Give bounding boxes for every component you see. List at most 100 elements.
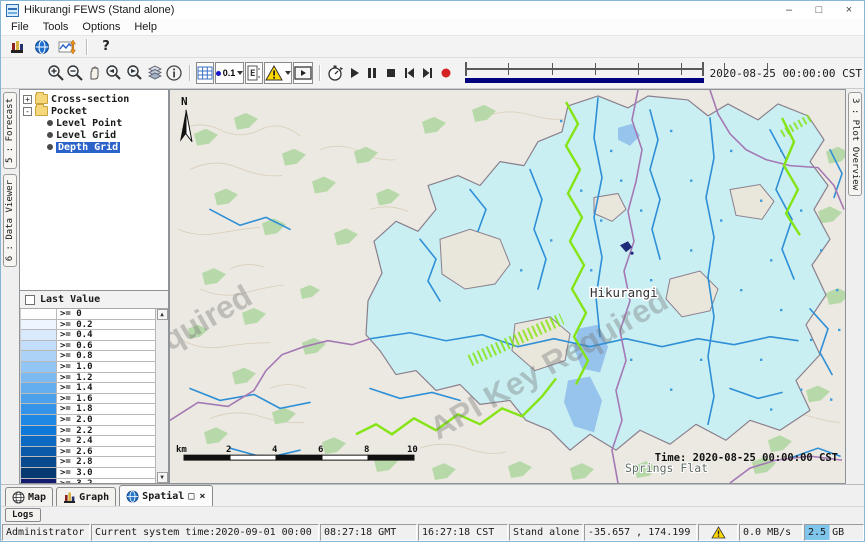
legend-header: Last Value (20, 291, 168, 309)
map-view[interactable]: API Key Required API Key Required N km 2… (169, 89, 846, 484)
tree-item-cross-section[interactable]: + Cross-section (23, 93, 168, 105)
animation-settings-button[interactable] (326, 61, 344, 85)
tree-item-label: Pocket (51, 106, 87, 117)
tab-restore-icon[interactable]: □ (187, 491, 195, 502)
svg-text:E: E (250, 69, 255, 79)
legend-title: Last Value (40, 294, 100, 305)
status-network-speed: 0.0 MB/s (739, 524, 803, 541)
legend-label: >= 0 (57, 309, 155, 319)
svg-text:10: 10 (407, 445, 418, 455)
menu-tools[interactable]: Tools (36, 20, 76, 34)
layers-button[interactable] (146, 61, 164, 85)
database-button[interactable] (6, 37, 28, 57)
go-to-end-button[interactable] (419, 61, 436, 85)
stopwatch-icon (326, 64, 344, 82)
pause-button[interactable] (364, 61, 381, 85)
tab-close-icon[interactable]: × (198, 491, 206, 502)
tab-graph[interactable]: Graph (56, 487, 116, 506)
time-slider[interactable] (464, 61, 705, 85)
zoom-next-button[interactable] (125, 61, 145, 85)
zoom-previous-button[interactable] (104, 61, 124, 85)
svg-text:km: km (176, 445, 187, 455)
legend-row: >= 0.2 (21, 320, 155, 331)
tab-forecast[interactable]: 5 : Forecast (3, 92, 17, 169)
graph-icon (63, 491, 76, 504)
bottom-tab-bar: Map Graph Spatial □ × (1, 484, 864, 506)
tree-item-label: Cross-section (51, 94, 129, 105)
menu-file[interactable]: File (4, 20, 36, 34)
toolbar-separator (319, 65, 320, 81)
legend-swatch (21, 426, 57, 436)
label-toggle-button[interactable]: E (245, 62, 263, 84)
scroll-down-icon[interactable]: ▼ (157, 472, 168, 483)
legend-row: >= 0.4 (21, 330, 155, 341)
zoom-out-button[interactable] (66, 61, 84, 85)
tab-spatial[interactable]: Spatial □ × (119, 485, 213, 506)
legend-row: >= 0 (21, 309, 155, 320)
stop-button[interactable] (382, 61, 399, 85)
map-time-label: Time: 2020-08-25 00:00:00 CST (655, 452, 838, 464)
stop-icon (384, 66, 398, 80)
play-button[interactable] (345, 61, 362, 85)
scroll-up-icon[interactable]: ▲ (157, 309, 168, 320)
menu-options[interactable]: Options (75, 20, 127, 34)
legend-row: >= 3.2 (21, 479, 155, 484)
precision-dropdown[interactable]: 0.1 (215, 62, 245, 84)
tab-data-viewer[interactable]: 6 : Data Viewer (3, 174, 17, 267)
legend-label: >= 1.0 (57, 362, 155, 372)
pan-hand-icon (85, 64, 103, 82)
map-globe-icon (12, 491, 25, 504)
legend-label: >= 3.0 (57, 468, 155, 478)
legend-label: >= 0.6 (57, 341, 155, 351)
info-icon (165, 64, 183, 82)
tree-item-pocket[interactable]: - Pocket (23, 105, 168, 117)
close-button[interactable]: × (834, 4, 864, 16)
toolbar-separator (86, 39, 87, 55)
pause-icon (365, 66, 379, 80)
spatial-display-button[interactable] (31, 37, 53, 57)
legend-label: >= 0.8 (57, 351, 155, 361)
status-warning-cell[interactable] (698, 524, 738, 541)
menu-help[interactable]: Help (127, 20, 164, 34)
warnings-dropdown[interactable] (264, 62, 292, 84)
legend-label: >= 3.2 (57, 479, 155, 484)
svg-text:6: 6 (318, 445, 323, 455)
last-value-checkbox[interactable] (25, 295, 35, 305)
legend-swatch (21, 436, 57, 446)
legend-swatch (21, 351, 57, 361)
go-to-start-button[interactable] (400, 61, 417, 85)
svg-text:4: 4 (272, 445, 277, 455)
svg-text:8: 8 (364, 445, 369, 455)
legend-swatch (21, 309, 57, 319)
legend-swatch (21, 394, 57, 404)
tree-item-label: Level Point (56, 118, 122, 129)
bullet-icon (47, 132, 53, 138)
legend-label: >= 2.0 (57, 415, 155, 425)
grid-toggle-button[interactable] (196, 62, 214, 84)
tree-item-level-grid[interactable]: Level Grid (23, 129, 168, 141)
animation-button[interactable] (293, 62, 313, 84)
expand-icon[interactable]: + (23, 95, 32, 104)
tab-plot-overview[interactable]: 3 : Plot Overview (848, 92, 862, 196)
precision-dot-icon (216, 71, 221, 76)
folder-icon (35, 94, 48, 104)
info-button[interactable] (165, 61, 183, 85)
pan-button[interactable] (85, 61, 103, 85)
zoom-in-button[interactable] (47, 61, 65, 85)
legend-row: >= 2.4 (21, 436, 155, 447)
tab-map[interactable]: Map (5, 487, 53, 506)
legend-scrollbar[interactable]: ▲ ▼ (155, 309, 168, 483)
timeseries-button[interactable] (56, 37, 78, 57)
collapse-icon[interactable]: - (23, 107, 32, 116)
tree-item-level-point[interactable]: Level Point (23, 117, 168, 129)
record-button[interactable] (437, 61, 454, 85)
maximize-button[interactable]: □ (804, 4, 834, 16)
legend-row: >= 1.6 (21, 394, 155, 405)
logs-button[interactable]: Logs (5, 508, 41, 522)
help-button[interactable]: ? (95, 37, 117, 57)
legend-row: >= 0.6 (21, 341, 155, 352)
minimize-button[interactable]: – (774, 4, 804, 16)
tree-item-depth-grid[interactable]: Depth Grid (23, 141, 168, 153)
legend-label: >= 1.2 (57, 373, 155, 383)
window-title: Hikurangi FEWS (Stand alone) (24, 4, 174, 16)
